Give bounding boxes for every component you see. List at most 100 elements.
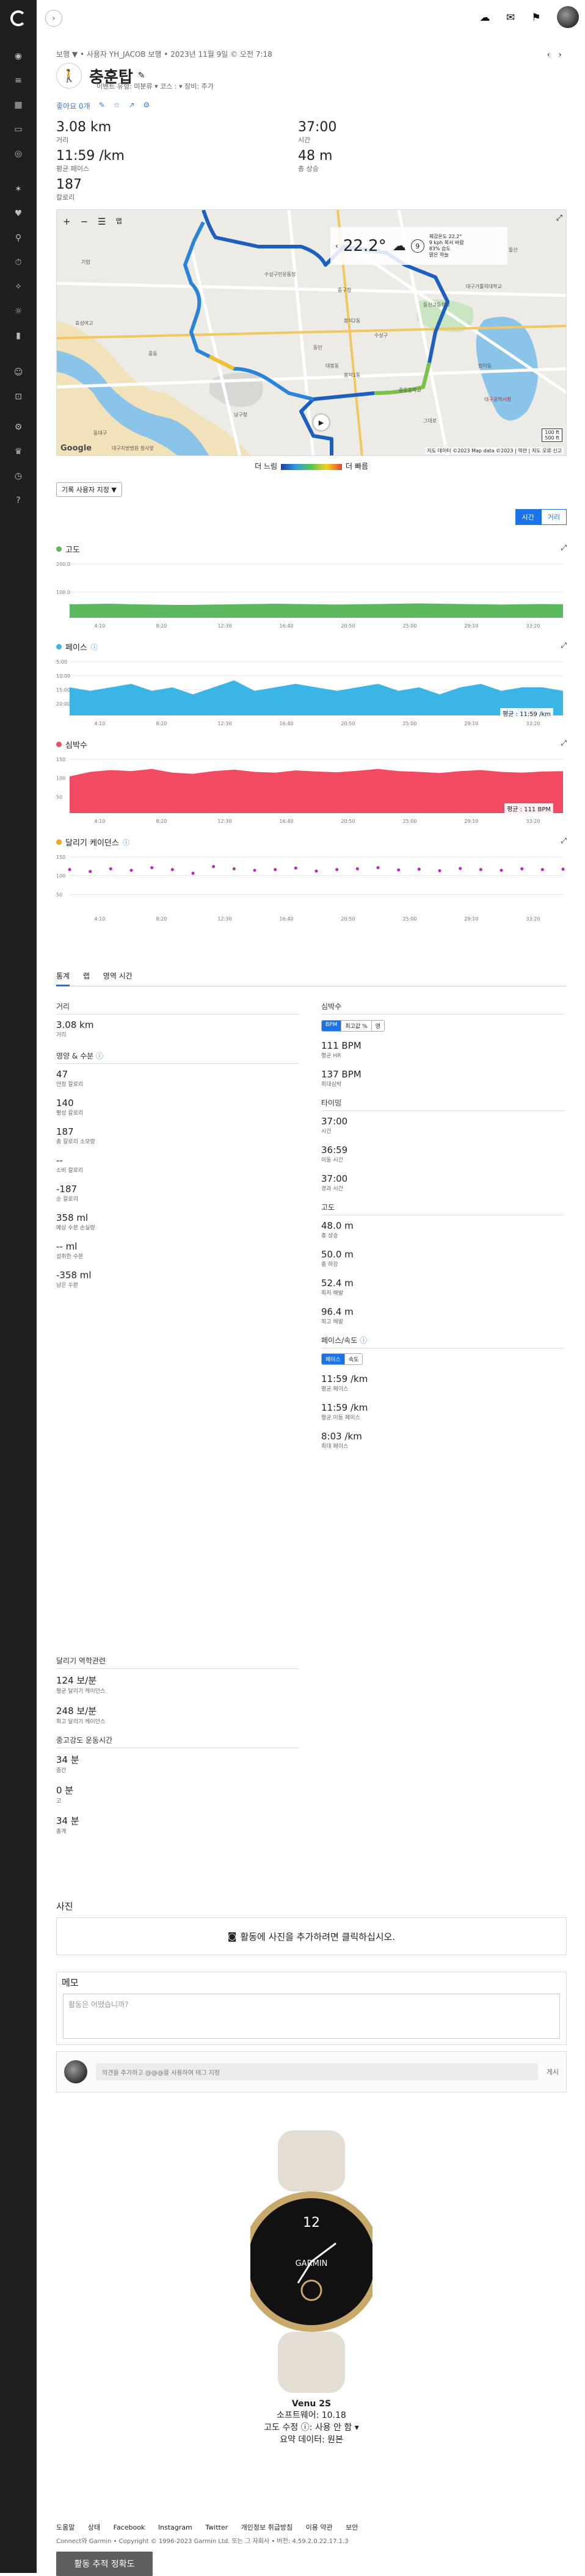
stat-row: 36:59 이동 시간	[321, 1145, 348, 1163]
comment-box: 의견을 추가하고 @@@을 사용하여 태그 지정 게시	[56, 2051, 567, 2093]
tab-zones[interactable]: 영역 시간	[103, 971, 133, 985]
hr-toggle-zone[interactable]: 영	[372, 1021, 384, 1031]
post-button[interactable]: 게시	[547, 2067, 559, 2077]
hr-toggle-bpm[interactable]: BPM	[322, 1021, 342, 1031]
stat-row: 52.4 m 최저 해발	[321, 1278, 354, 1297]
pace-toggle-pace[interactable]: 페이스	[322, 1354, 345, 1364]
left-stats: 거리 3.08 km 거리 영양 & 수분 ⓘ 47 안정 칼로리 140 활성 칼로…	[56, 1001, 299, 1298]
tab-stats[interactable]: 통계	[56, 971, 70, 986]
stat-row: 96.4 m 최고 해발	[321, 1306, 354, 1325]
stopwatch-icon[interactable]: ⏱	[12, 256, 24, 269]
photos-section: 사진 ◙ 활동에 사진을 추가하려면 클릭하십시오.	[56, 1900, 567, 1955]
stat-row: 358 ml 예상 수분 손실량	[56, 1212, 95, 1231]
add-photo-button[interactable]: ◙ 활동에 사진을 추가하려면 클릭하십시오.	[56, 1917, 567, 1955]
pace-toggle-speed[interactable]: 속도	[345, 1354, 363, 1364]
right-stats: 심박수 BPM 최고값 % 영 111 BPM 평균 HR 137 BPM 최대심박…	[321, 1001, 564, 1460]
memo-input[interactable]: 활동은 어땠습니까?	[63, 1994, 560, 2039]
tab-laps[interactable]: 랩	[83, 971, 90, 985]
section-timing: 타이밍	[321, 1098, 564, 1111]
stat-row: 37:00 시간	[321, 1116, 348, 1135]
stat-row: 124 보/분 평균 달리기 케이던스	[56, 1675, 106, 1695]
pace-unit-toggle: 페이스 속도	[321, 1353, 363, 1365]
footer-link[interactable]: Instagram	[158, 2524, 192, 2531]
device-section: 12 GARMIN Venu 2S 소프트웨어: 10.18 고도 수정 ⓘ: …	[56, 2130, 567, 2445]
stat-row: -- ml 섭취한 수분	[56, 1241, 84, 1260]
avatar	[64, 2060, 87, 2083]
stat-row: -- 소비 칼로리	[56, 1155, 84, 1174]
stat-row: 50.0 m총 하강	[321, 1249, 354, 1268]
chart-icon[interactable]: ▮	[12, 330, 24, 342]
trophy-icon[interactable]: ♛	[12, 446, 24, 458]
stat-row: 37:00 경과 시간	[321, 1173, 348, 1192]
devices-icon[interactable]: ◷	[12, 470, 24, 482]
stat-row: 11:59 /km 평균 페이스	[321, 1373, 368, 1392]
help-icon[interactable]: ?	[12, 494, 24, 507]
stat-row: 3.08 km 거리	[56, 1019, 94, 1038]
heart-icon[interactable]: ♥	[12, 208, 24, 220]
footer-link[interactable]: 보안	[346, 2524, 358, 2531]
lightbulb-icon[interactable]: ☼	[12, 305, 24, 317]
section-dynamics: 달리기 역학관련	[56, 1655, 299, 1669]
footer-link[interactable]: 도움말	[56, 2524, 74, 2531]
hr-unit-toggle: BPM 최고값 % 영	[321, 1020, 385, 1032]
stat-row: -358 ml 남은 수분	[56, 1270, 92, 1289]
comment-input[interactable]: 의견을 추가하고 @@@을 사용하여 태그 지정	[96, 2063, 538, 2080]
stat-row: 47 안정 칼로리	[56, 1069, 84, 1088]
groups-icon[interactable]: ☺	[12, 366, 24, 378]
reports-icon[interactable]: ▭	[12, 123, 24, 136]
info-icon[interactable]: ⓘ	[360, 1336, 367, 1345]
performance-icon[interactable]: ⚲	[12, 232, 24, 244]
connections-icon[interactable]: ⊡	[12, 391, 24, 403]
sidebar: ◉ ≡ ▦ ▭ ◎ ✶ ♥ ⚲ ⏱ ✧ ☼ ▮ ☺ ⊡ ⚙ ♛ ◷ ?	[0, 0, 37, 2573]
left-stats-lower: 달리기 역학관련 124 보/분 평균 달리기 케이던스 248 보/분 최고 달리…	[56, 1655, 299, 1845]
section-distance: 거리	[56, 1001, 299, 1015]
stat-row: 48.0 m총 상승	[321, 1220, 354, 1239]
insights-icon[interactable]: ◎	[12, 148, 24, 160]
section-intensity: 중고강도 운동시간	[56, 1735, 299, 1748]
dashboard-icon[interactable]: ◉	[12, 50, 24, 62]
stat-row: 140 활성 칼로리	[56, 1098, 84, 1116]
data-source: 요약 데이터: 원본	[280, 2435, 343, 2445]
copyright: Connect와 Garmin • Copyright © 1996-2023 …	[56, 2538, 349, 2545]
stat-row: 8:03 /km 최대 페이스	[321, 1431, 362, 1450]
stat-row: 248 보/분 최고 달리기 케이던스	[56, 1706, 106, 1725]
footer: 도움말 상태 Facebook Instagram Twitter 개인정보 취…	[56, 2522, 369, 2545]
photos-title: 사진	[56, 1901, 73, 1912]
footer-link[interactable]: 개인정보 취급방침	[241, 2524, 292, 2531]
memo-section: 메모 활동은 어땠습니까?	[56, 1972, 567, 2045]
running-icon[interactable]: ✶	[12, 183, 24, 195]
feedback-button[interactable]: 활동 추적 정확도	[56, 2552, 153, 2576]
stat-row: 34 분 중간	[56, 1754, 79, 1774]
calendar-icon[interactable]: ▦	[12, 99, 24, 111]
footer-link[interactable]: Facebook	[114, 2524, 145, 2531]
settings-icon[interactable]: ⚙	[12, 421, 24, 433]
garmin-logo[interactable]	[0, 0, 37, 37]
stat-row: 111 BPM 평균 HR	[321, 1040, 362, 1059]
stat-row: 0 분고	[56, 1785, 74, 1804]
section-pace: 페이스/속도 ⓘ	[321, 1335, 564, 1348]
info-icon[interactable]: ⓘ	[96, 1052, 103, 1060]
stat-row: 34 분 총계	[56, 1815, 79, 1835]
camera-icon: ◙	[227, 1931, 237, 1942]
stat-row: 11:59 /km 평균 이동 페이스	[321, 1402, 368, 1421]
stat-row: 137 BPM 최대심박	[321, 1069, 362, 1088]
footer-link[interactable]: 상태	[88, 2524, 100, 2531]
watch-time: 12	[303, 2215, 320, 2230]
section-elevation: 고도	[321, 1202, 564, 1215]
footer-link[interactable]: 이용 약관	[306, 2524, 333, 2531]
section-heart-rate: 심박수	[321, 1001, 564, 1015]
hr-toggle-percent[interactable]: 최고값 %	[341, 1021, 372, 1031]
memo-title: 메모	[62, 1977, 79, 1988]
stat-row: -187 순 칼로리	[56, 1184, 78, 1203]
stat-row: 187 총 칼로리 소모량	[56, 1126, 95, 1145]
watch-image: 12 GARMIN	[241, 2130, 382, 2393]
layers-icon[interactable]: ≡	[12, 74, 24, 87]
device-name[interactable]: Venu 2S	[56, 2399, 567, 2409]
elevation-correction-dropdown[interactable]: 고도 수정 ⓘ: 사용 안 함 ▾	[56, 2421, 567, 2433]
training-icon[interactable]: ✧	[12, 281, 24, 293]
stats-tabs: 통계 랩 영역 시간	[56, 971, 567, 986]
footer-link[interactable]: Twitter	[205, 2524, 228, 2531]
section-nutrition: 영양 & 수분 ⓘ	[56, 1051, 299, 1064]
stats-region: 통계 랩 영역 시간 거리 3.08 km 거리 영양 & 수분 ⓘ 47 안정 칼…	[56, 0, 567, 2503]
device-software: 소프트웨어: 10.18	[277, 2411, 346, 2420]
